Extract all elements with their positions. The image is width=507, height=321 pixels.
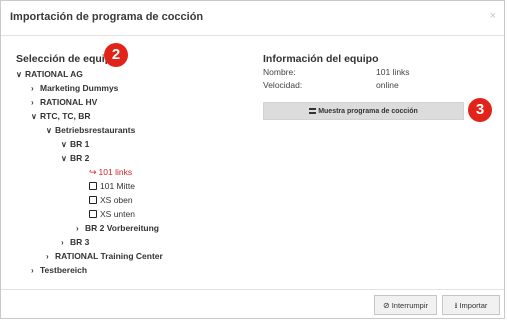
speed-label: Velocidad: [263,80,303,90]
tree-node-label: BR 3 [70,237,90,247]
chevron-down-icon[interactable]: ∨ [46,125,55,137]
import-button[interactable]: ⭳ Importar [442,295,500,315]
name-value: 101 links [376,67,410,77]
chevron-right-icon[interactable]: › [61,237,70,249]
tree-node-label: Testbereich [40,265,88,275]
square-icon [89,196,97,204]
tree-node-label: Betriebsrestaurants [55,125,136,135]
dialog-header: Importación de programa de cocción × [1,1,504,36]
device-info-heading: Información del equipo [263,53,379,65]
footer-divider [1,289,504,290]
cancel-label: Interrumpir [391,301,428,310]
tree-node-label: XS unten [100,209,135,219]
tree-node-101-links[interactable]: ↪ 101 links [89,166,132,178]
step-badge-3: 3 [468,98,492,122]
show-program-label: Muestra programa de cocción [318,108,418,115]
tree-node-rational-ag[interactable]: ∨ RATIONAL AG [16,68,83,80]
tree-node-betriebsrestaurants[interactable]: ∨ Betriebsrestaurants [46,124,135,136]
tree-node-xs-unten[interactable]: XS unten [89,208,135,220]
name-label: Nombre: [263,67,296,77]
speed-value: online [376,80,399,90]
tree-node-label: RATIONAL AG [25,69,83,79]
tree-node-label: XS oben [100,195,133,205]
cancel-button[interactable]: ⊘ Interrumpir [374,295,437,315]
tree-node-br3[interactable]: › BR 3 [61,236,89,248]
chevron-right-icon[interactable]: › [31,265,40,277]
sign-in-icon: ↪ [89,167,97,177]
device-info-section: Información del equipo [263,49,483,67]
tree-node-label: BR 2 [70,153,90,163]
show-program-button[interactable]: Muestra programa de cocción [263,102,464,120]
tree-node-testbereich[interactable]: › Testbereich [31,264,87,276]
step-badge-2: 2 [104,43,128,67]
tree-node-label: Marketing Dummys [40,83,119,93]
import-icon: ⭳ [454,301,458,310]
chevron-down-icon[interactable]: ∨ [31,111,40,123]
square-icon [89,182,97,190]
chevron-right-icon[interactable]: › [31,83,40,95]
tree-node-label: RTC, TC, BR [40,111,91,121]
tree-node-br2-vorbereitung[interactable]: › BR 2 Vorbereitung [76,222,159,234]
tree-node-label: 101 links [98,167,133,177]
tree-node-101-mitte[interactable]: 101 Mitte [89,180,135,192]
dialog-title: Importación de programa de cocción [10,11,204,23]
tree-node-label: BR 2 Vorbereitung [85,223,159,233]
tree-node-br1[interactable]: ∨ BR 1 [61,138,89,150]
tree-node-rational-hv[interactable]: › RATIONAL HV [31,96,97,108]
tree-node-label: RATIONAL Training Center [55,251,163,261]
tree-node-marketing-dummys[interactable]: › Marketing Dummys [31,82,118,94]
chevron-down-icon[interactable]: ∨ [61,139,70,151]
import-label: Importar [459,301,488,310]
tree-node-label: RATIONAL HV [40,97,98,107]
device-selection-section: Selección de equipo [16,49,246,67]
chevron-right-icon[interactable]: › [76,223,85,235]
tree-node-br2[interactable]: ∨ BR 2 [61,152,89,164]
device-selection-heading: Selección de equipo [16,53,118,65]
tree-node-training-center[interactable]: › RATIONAL Training Center [46,250,163,262]
chevron-right-icon[interactable]: › [46,251,55,263]
tree-node-label: 101 Mitte [100,181,135,191]
chevron-down-icon[interactable]: ∨ [61,153,70,165]
close-icon[interactable]: × [490,10,496,22]
import-dialog: Importación de programa de cocción × Sel… [0,0,505,319]
tree-node-label: BR 1 [70,139,90,149]
square-icon [89,210,97,218]
list-icon [309,108,317,114]
tree-node-rtc-tc-br[interactable]: ∨ RTC, TC, BR [31,110,91,122]
ban-icon: ⊘ [383,301,390,310]
chevron-right-icon[interactable]: › [31,97,40,109]
chevron-down-icon[interactable]: ∨ [16,69,25,81]
tree-node-xs-oben[interactable]: XS oben [89,194,133,206]
